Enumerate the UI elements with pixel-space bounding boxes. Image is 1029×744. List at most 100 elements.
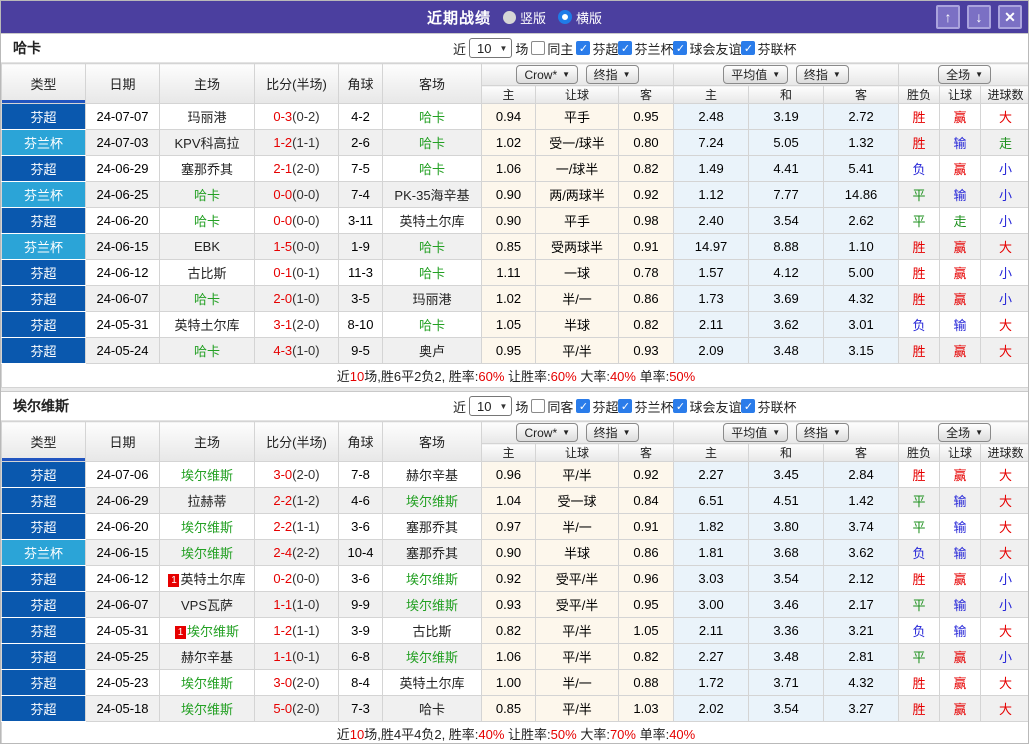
handicap-result: 赢 [940,566,981,592]
average-time-dropdown[interactable]: 终指▼ [796,423,849,442]
home-team-cell: 埃尔维斯 [160,540,255,566]
away-team[interactable]: 哈卡 [419,136,445,151]
recent-count-select[interactable]: 10 ▼ [469,396,512,416]
home-team[interactable]: 拉赫蒂 [187,494,226,509]
league-filter-2[interactable]: 芬兰杯 [618,397,673,416]
move-down-button[interactable]: ↓ [967,5,991,29]
score-cell[interactable]: 1-1(0-1) [255,644,339,670]
odds-time-dropdown[interactable]: 终指▼ [586,65,639,84]
away-team[interactable]: 哈卡 [419,318,445,333]
results-table: 类型 日期 主场 比分(半场) 角球 客场 Crow*▼ 终指▼ 平均值▼ 终指… [1,63,1029,388]
away-team[interactable]: 英特土尔库 [399,214,464,229]
home-team[interactable]: 哈卡 [194,292,220,307]
away-team[interactable]: 埃尔维斯 [406,494,458,509]
home-team[interactable]: 玛丽港 [187,110,226,125]
home-team[interactable]: 古比斯 [187,266,226,281]
odds-company-dropdown[interactable]: Crow*▼ [516,423,578,442]
score-cell[interactable]: 0-0(0-0) [255,182,339,208]
away-team[interactable]: 哈卡 [419,266,445,281]
home-team-cell: 哈卡 [160,182,255,208]
average-dropdown[interactable]: 平均值▼ [723,65,788,84]
home-team[interactable]: 埃尔维斯 [187,624,239,639]
score-cell[interactable]: 1-1(1-0) [255,592,339,618]
score-cell[interactable]: 1-2(1-1) [255,130,339,156]
average-group-header: 平均值▼ 终指▼ [674,422,899,444]
score-cell[interactable]: 0-2(0-0) [255,566,339,592]
away-team[interactable]: 玛丽港 [412,292,451,307]
home-team[interactable]: 哈卡 [194,344,220,359]
away-team[interactable]: 哈卡 [419,702,445,717]
home-team[interactable]: KPV科高拉 [174,136,239,151]
score-cell[interactable]: 1-5(0-0) [255,234,339,260]
home-team[interactable]: 赫尔辛基 [181,650,233,665]
layout-radio-vertical[interactable]: 竖版 [503,8,546,27]
summary-label: 让胜率: [504,369,550,384]
home-team[interactable]: 埃尔维斯 [181,546,233,561]
match-date: 24-06-29 [86,488,160,514]
away-team[interactable]: PK-35海辛基 [394,188,469,203]
home-team[interactable]: 英特土尔库 [180,572,245,587]
away-team[interactable]: 奥卢 [419,344,445,359]
average-dropdown[interactable]: 平均值▼ [723,423,788,442]
home-team[interactable]: 英特土尔库 [174,318,239,333]
away-team[interactable]: 英特土尔库 [399,676,464,691]
summary-label: 近 [337,369,350,384]
score-cell[interactable]: 2-2(1-1) [255,514,339,540]
away-team[interactable]: 塞那乔其 [406,520,458,535]
score-cell[interactable]: 0-3(0-2) [255,104,339,130]
score-cell[interactable]: 0-0(0-0) [255,208,339,234]
away-team[interactable]: 埃尔维斯 [406,598,458,613]
away-team[interactable]: 古比斯 [412,624,451,639]
home-team[interactable]: 埃尔维斯 [181,676,233,691]
league-filter-3[interactable]: 球会友谊 [673,39,741,58]
home-team[interactable]: 埃尔维斯 [181,702,233,717]
league-filter-4[interactable]: 芬联杯 [741,397,796,416]
score-cell[interactable]: 2-0(1-0) [255,286,339,312]
odds-time-dropdown[interactable]: 终指▼ [586,423,639,442]
avg-home-odds: 1.12 [674,182,749,208]
away-team[interactable]: 哈卡 [419,240,445,255]
scope-dropdown[interactable]: 全场▼ [938,423,991,442]
league-filter-2[interactable]: 芬兰杯 [618,39,673,58]
home-team[interactable]: 埃尔维斯 [181,520,233,535]
same-venue-checkbox[interactable]: 同客 [531,397,573,416]
score-cell[interactable]: 4-3(1-0) [255,338,339,364]
col-result: 胜负 [899,444,940,462]
recent-count-select[interactable]: 10 ▼ [469,38,512,58]
move-up-button[interactable]: ↑ [936,5,960,29]
away-team[interactable]: 埃尔维斯 [406,572,458,587]
away-team[interactable]: 塞那乔其 [406,546,458,561]
away-team[interactable]: 哈卡 [419,162,445,177]
score-cell[interactable]: 1-2(1-1) [255,618,339,644]
score-cell[interactable]: 5-0(2-0) [255,696,339,722]
home-team[interactable]: 哈卡 [194,214,220,229]
handicap-result: 赢 [940,286,981,312]
score-cell[interactable]: 0-1(0-1) [255,260,339,286]
home-team[interactable]: VPS瓦萨 [181,598,233,613]
average-time-dropdown[interactable]: 终指▼ [796,65,849,84]
home-team[interactable]: 埃尔维斯 [181,468,233,483]
score-cell[interactable]: 3-0(2-0) [255,462,339,488]
home-team[interactable]: 哈卡 [194,188,220,203]
score-cell[interactable]: 3-1(2-0) [255,312,339,338]
win-lose-result: 平 [899,208,940,234]
league-filter-3[interactable]: 球会友谊 [673,397,741,416]
score-cell[interactable]: 3-0(2-0) [255,670,339,696]
league-filter-4[interactable]: 芬联杯 [741,39,796,58]
away-team[interactable]: 哈卡 [419,110,445,125]
close-button[interactable]: ✕ [998,5,1022,29]
home-team[interactable]: 塞那乔其 [181,162,233,177]
same-venue-checkbox[interactable]: 同主 [531,39,573,58]
league-filter-1[interactable]: 芬超 [576,39,618,58]
league-filter-1[interactable]: 芬超 [576,397,618,416]
scope-dropdown[interactable]: 全场▼ [938,65,991,84]
away-team[interactable]: 赫尔辛基 [406,468,458,483]
score-cell[interactable]: 2-4(2-2) [255,540,339,566]
score-cell[interactable]: 2-1(2-0) [255,156,339,182]
odds-company-dropdown[interactable]: Crow*▼ [516,65,578,84]
handicap-away-odds: 0.98 [619,208,674,234]
score-cell[interactable]: 2-2(1-2) [255,488,339,514]
away-team[interactable]: 埃尔维斯 [406,650,458,665]
layout-radio-horizontal[interactable]: 横版 [558,8,602,27]
home-team[interactable]: EBK [194,239,220,254]
